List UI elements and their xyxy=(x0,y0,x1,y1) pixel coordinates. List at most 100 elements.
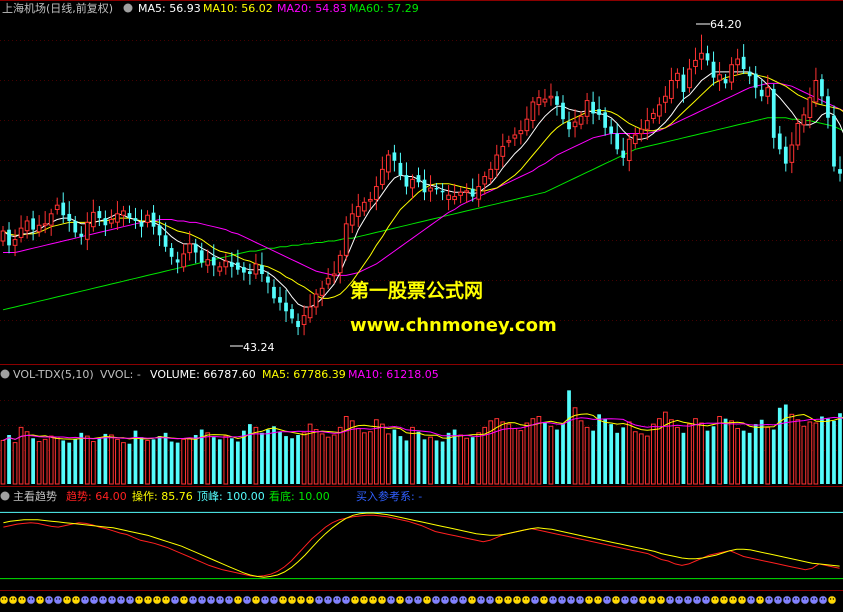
face-circle xyxy=(656,595,666,605)
face-circle xyxy=(503,595,513,605)
indicator-lines xyxy=(0,511,843,580)
face-circle xyxy=(665,595,675,605)
face-circle xyxy=(737,595,747,605)
face-eye xyxy=(832,598,835,600)
candle xyxy=(765,74,771,105)
signal-face-icon xyxy=(71,595,81,605)
candle-body-up xyxy=(367,198,373,202)
candle-body-up xyxy=(386,154,391,173)
volume-bar-down xyxy=(753,424,758,484)
stock-chart-stage: 64.20 43.24 第一股票公式网 www.chnmoney.com 上海机… xyxy=(0,0,843,608)
face-eye xyxy=(598,598,601,600)
volume-bar-up xyxy=(524,422,530,485)
volume-bar-up xyxy=(36,441,42,485)
volume-bar-down xyxy=(248,424,252,484)
candle-body-down xyxy=(31,218,35,230)
volume-bar-down xyxy=(597,414,601,484)
candle xyxy=(838,156,842,182)
candle-body-up xyxy=(536,97,542,106)
face-eye xyxy=(235,598,238,600)
face-eye xyxy=(55,598,58,600)
signal-face-icon xyxy=(305,595,315,605)
signal-face-icon xyxy=(755,595,765,605)
volume-bar-up xyxy=(223,435,229,485)
candle-body-up xyxy=(548,95,554,99)
volume-moving-averages xyxy=(2,413,843,441)
candle xyxy=(650,108,656,124)
candle-body-up xyxy=(349,213,355,226)
candle-body-down xyxy=(103,218,108,226)
face-eye xyxy=(121,598,124,600)
candle-body-down xyxy=(404,175,409,187)
face-eye xyxy=(397,598,400,600)
signal-face-icon xyxy=(701,595,711,605)
candle-body-up xyxy=(109,219,114,224)
candle-body-down xyxy=(67,213,72,221)
candle-body-up xyxy=(765,87,771,97)
face-eye xyxy=(220,598,223,600)
signal-face-icon xyxy=(692,595,702,605)
signal-face-icon xyxy=(269,595,279,605)
face-eye xyxy=(301,598,304,600)
candle xyxy=(777,125,782,155)
volume-bar-up xyxy=(548,425,554,485)
candle-body-down xyxy=(163,235,168,247)
volume-bar-down xyxy=(272,426,276,484)
trend-line xyxy=(3,514,840,577)
candle-body-down xyxy=(753,73,758,88)
face-eye xyxy=(580,598,583,600)
candle-body-up xyxy=(524,118,530,132)
candle xyxy=(506,135,512,148)
face-eye xyxy=(715,598,718,600)
signal-face-icon xyxy=(440,595,450,605)
signal-face-icon xyxy=(251,595,261,605)
candle xyxy=(626,134,632,172)
candle-body-down xyxy=(621,150,626,158)
volume-bar-down xyxy=(621,427,626,484)
volume-bar-up xyxy=(319,433,325,485)
settings-dot-icon[interactable] xyxy=(123,3,133,13)
face-eye xyxy=(454,598,457,600)
face-circle xyxy=(575,595,585,605)
candle-body-up xyxy=(410,178,415,189)
volume-bar-up xyxy=(807,421,813,485)
face-circle xyxy=(377,595,387,605)
face-circle xyxy=(215,595,225,605)
candle-body-up xyxy=(217,266,223,272)
indicator-settings-icon[interactable] xyxy=(0,491,10,501)
volume-bar-down xyxy=(440,441,445,484)
face-eye xyxy=(64,598,67,600)
face-eye xyxy=(91,598,94,600)
volume-bar-down xyxy=(127,443,132,484)
volume-bar-down xyxy=(705,430,710,484)
face-eye xyxy=(451,598,454,600)
signal-face-icon xyxy=(593,595,603,605)
face-eye xyxy=(355,598,358,600)
signal-face-icon xyxy=(818,595,828,605)
candle xyxy=(18,215,24,243)
face-eye xyxy=(550,598,553,600)
volume-bar-up xyxy=(476,432,482,485)
face-circle xyxy=(206,595,216,605)
chart-canvas[interactable]: 64.20 43.24 第一股票公式网 www.chnmoney.com 上海机… xyxy=(0,0,843,608)
signal-face-icon xyxy=(0,595,9,605)
volume-bar-up xyxy=(355,427,361,485)
candle xyxy=(789,132,795,174)
face-eye xyxy=(361,598,364,600)
face-eye xyxy=(379,598,382,600)
volume-bar-down xyxy=(278,431,282,484)
candle-body-down xyxy=(248,271,252,274)
candle-body-up xyxy=(313,293,319,308)
candle-body-down xyxy=(561,102,565,120)
candle xyxy=(536,90,542,116)
face-eye xyxy=(724,598,727,600)
volume-bar-down xyxy=(446,432,451,484)
face-eye xyxy=(670,598,673,600)
volume-settings-icon[interactable] xyxy=(0,369,10,379)
volume-bar-up xyxy=(650,423,656,485)
face-circle xyxy=(620,595,630,605)
face-circle xyxy=(17,595,27,605)
candle xyxy=(325,268,331,290)
signal-face-icon xyxy=(44,595,54,605)
candle-body-down xyxy=(278,297,282,303)
